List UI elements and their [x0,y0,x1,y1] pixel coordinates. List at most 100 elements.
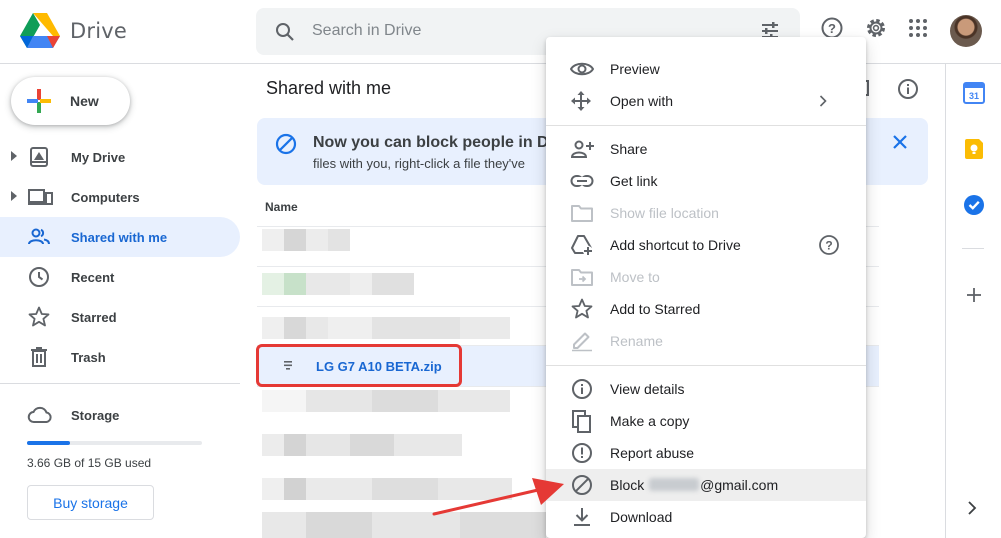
sidebar-item-label: My Drive [71,150,126,165]
annotation-arrow [432,478,564,516]
avatar[interactable] [950,15,982,47]
pencil-icon [572,332,592,352]
menu-item-rename[interactable]: Rename [546,325,866,357]
app-name: Drive [70,19,127,43]
sidebar-item-label: Recent [71,270,115,285]
info-icon[interactable] [897,78,919,100]
menu-item-block[interactable]: Block @gmail.com [546,469,866,501]
sidebar-item-recent[interactable]: Recent [0,257,240,297]
redacted-row[interactable] [262,273,414,295]
copy-icon [572,410,591,433]
storage-progress-bar [27,441,202,445]
sidebar-item-starred[interactable]: Starred [0,297,240,337]
add-shortcut-icon [571,235,593,256]
move-to-folder-icon [571,269,593,286]
menu-item-download[interactable]: Download [546,501,866,533]
clock-icon [29,267,49,287]
menu-item-show-file-location[interactable]: Show file location [546,197,866,229]
folder-icon [571,205,593,222]
calendar-icon[interactable]: 31 [963,82,985,104]
trash-icon [31,347,47,367]
download-icon [574,508,590,526]
alert-icon [572,443,592,463]
email-domain: @gmail.com [700,477,779,493]
menu-item-label: View details [610,381,685,397]
menu-item-label: Report abuse [610,445,695,461]
highlight-annotation-box [256,344,462,387]
storage-progress-fill [27,441,70,445]
search-icon[interactable] [273,20,297,44]
buy-storage-button[interactable]: Buy storage [27,485,154,520]
menu-item-move-to[interactable]: Move to [546,261,866,293]
menu-item-label: Show file location [610,205,719,221]
redacted-row[interactable] [262,390,510,412]
shared-icon [28,228,50,245]
column-header-name[interactable]: Name [265,200,298,214]
redacted-row[interactable] [262,434,462,456]
new-button[interactable]: New [11,77,130,125]
plus-icon [27,89,51,113]
chevron-right-icon[interactable] [966,500,978,516]
menu-separator [546,125,866,126]
chevron-right-icon [819,95,827,107]
page-title: Shared with me [266,78,392,98]
svg-text:?: ? [828,21,836,36]
menu-item-add-shortcut[interactable]: Add shortcut to Drive ? [546,229,866,261]
menu-item-label: Add shortcut to Drive [610,237,741,253]
rail-divider [962,248,984,249]
svg-text:?: ? [825,239,832,253]
drive-logo-icon [20,13,60,48]
menu-item-label: Share [610,141,648,157]
computers-icon [28,189,53,205]
tasks-icon[interactable] [963,194,985,216]
help-icon[interactable]: ? [818,234,840,256]
side-panel-rail: 31 [945,64,1001,538]
cloud-icon [27,406,52,423]
drive-logo[interactable]: Drive [20,13,127,49]
keep-icon[interactable] [963,138,985,160]
info-icon [572,379,592,399]
redacted-email-user [649,478,700,491]
block-icon [572,475,592,495]
menu-item-block-label: Block @gmail.com [610,477,778,493]
sidebar-item-label: Computers [71,190,140,205]
menu-item-make-a-copy[interactable]: Make a copy [546,405,866,437]
menu-item-label: Move to [610,269,660,285]
caret-right-icon[interactable] [10,191,18,201]
add-icon[interactable] [963,284,985,306]
link-icon [570,175,594,187]
caret-right-icon[interactable] [10,151,18,161]
move-arrows-icon [571,91,591,111]
gear-icon[interactable] [864,16,888,40]
menu-item-get-link[interactable]: Get link [546,165,866,197]
banner-title: Now you can block people in Dr [313,134,555,151]
sidebar-divider [0,383,240,384]
close-icon[interactable] [891,133,909,151]
menu-item-label: Preview [610,61,660,77]
add-person-icon [570,140,594,158]
redacted-row[interactable] [262,317,510,339]
menu-item-report-abuse[interactable]: Report abuse [546,437,866,469]
sidebar-item-my-drive[interactable]: My Drive [0,137,240,177]
star-icon [28,306,50,327]
menu-item-label: Add to Starred [610,301,701,317]
menu-item-label: Download [610,509,673,525]
star-icon [571,298,593,319]
redacted-row[interactable] [262,229,350,251]
sidebar-item-shared-with-me[interactable]: Shared with me [0,217,240,257]
menu-item-open-with[interactable]: Open with [546,85,866,117]
sidebar-item-computers[interactable]: Computers [0,177,240,217]
file-context-menu: Preview Open with Share Get link Show fi… [546,37,866,538]
menu-item-add-to-starred[interactable]: Add to Starred [546,293,866,325]
block-label: Block [610,477,645,493]
menu-separator [546,365,866,366]
menu-item-view-details[interactable]: View details [546,373,866,405]
storage-used-text: 3.66 GB of 15 GB used [27,456,152,470]
menu-item-share[interactable]: Share [546,133,866,165]
sidebar-item-trash[interactable]: Trash [0,337,240,377]
eye-icon [570,62,594,76]
menu-item-preview[interactable]: Preview [546,53,866,85]
apps-grid-icon[interactable] [906,16,930,40]
storage-label[interactable]: Storage [71,408,119,423]
banner-body: files with you, right-click a file they'… [313,156,526,171]
